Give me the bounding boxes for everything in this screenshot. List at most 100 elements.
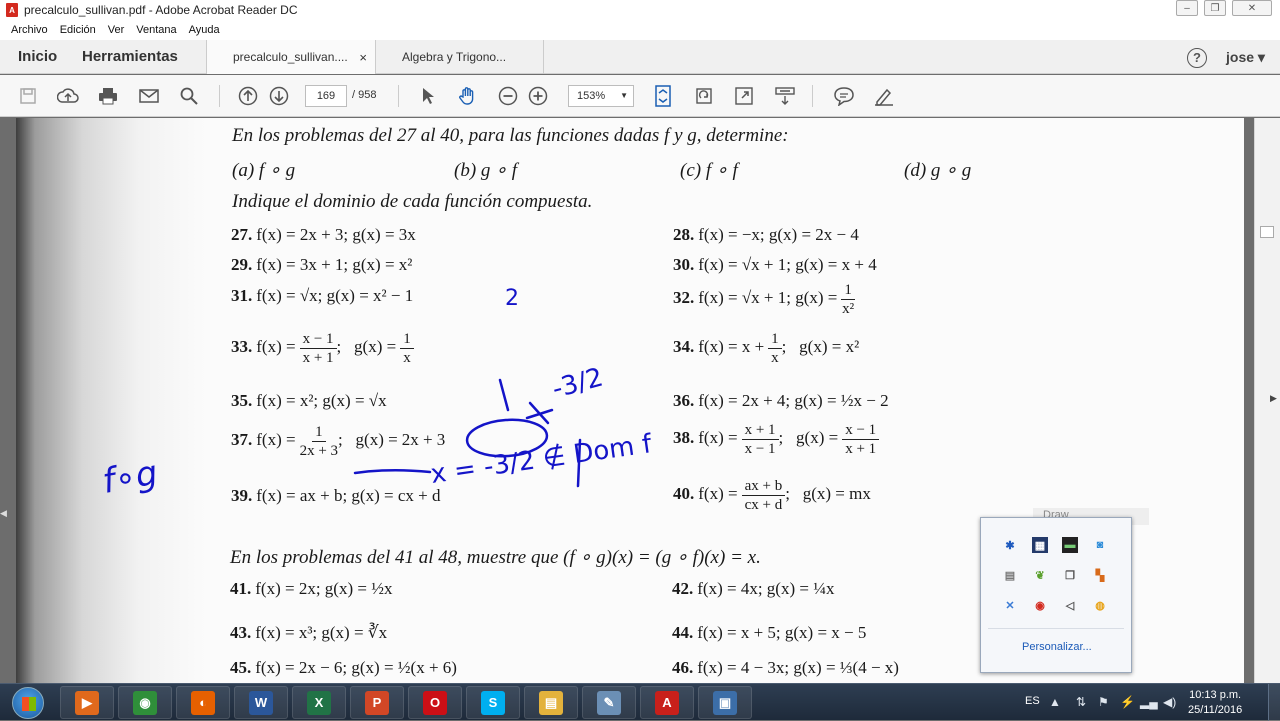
draw-tool-icon[interactable]: ✕ [1002,597,1018,613]
graphics-icon[interactable]: ▬ [1062,537,1078,553]
scroll-mode-icon[interactable] [774,85,796,107]
full-screen-icon[interactable] [733,85,755,107]
part-b: (b) g ∘ f [454,160,518,181]
zoom-in-icon[interactable] [527,85,549,107]
hand-tool-icon[interactable] [457,85,479,107]
problem-29: 29. f(x) = 3x + 1; g(x) = x² [231,255,413,274]
scroll-thumb[interactable] [1260,226,1274,238]
window-title: precalculo_sullivan.pdf - Adobe Acrobat … [24,3,298,17]
taskbar-paint[interactable]: ✎ [582,686,636,719]
power-icon[interactable]: ⚡ [1120,695,1135,709]
problem-40: 40. f(x) = ax + b cx + d; g(x) = mx [673,478,871,513]
taskbar-word[interactable]: W [234,686,288,719]
taskbar-powerpoint[interactable]: P [350,686,404,719]
flag-icon[interactable]: ⚑ [1098,695,1109,709]
problem-42: 42. f(x) = 4x; g(x) = ¼x [672,579,835,598]
part-c: (c) f ∘ f [680,160,738,181]
taskbar-firefox[interactable]: ◐ [176,686,230,719]
tab-precalculo[interactable]: precalculo_sullivan.... × [206,40,376,74]
comment-icon[interactable] [833,85,855,107]
zoom-out-icon[interactable] [497,85,519,107]
select-cursor-icon[interactable] [417,85,439,107]
powerpoint-icon: P [365,690,389,715]
leaf-icon[interactable]: ❦ [1032,567,1048,583]
language-indicator[interactable]: ES [1025,695,1040,707]
volume-icon[interactable]: ◀) [1163,695,1176,709]
bluetooth-icon[interactable]: ✱ [1002,537,1018,553]
prev-arrow-icon: ◀ [0,508,7,518]
restore-button[interactable]: ❐ [1204,0,1226,16]
taskbar-chrome[interactable]: ◉ [118,686,172,719]
save-icon[interactable] [17,85,39,107]
title-bar: A precalculo_sullivan.pdf - Adobe Acroba… [0,0,1280,20]
taskbar-excel[interactable]: X [292,686,346,719]
problem-30: 30. f(x) = √x + 1; g(x) = x + 4 [673,255,877,274]
cloud-sync-icon[interactable]: ◙ [1092,537,1108,553]
toolbar: 169 / 958 153% ▼ [0,75,1280,117]
close-window-button[interactable]: ✕ [1232,0,1272,16]
minimize-button[interactable]: – [1176,0,1198,16]
print-icon[interactable] [97,85,119,107]
problem-41: 41. f(x) = 2x; g(x) = ½x [230,579,393,598]
problem-39: 39. f(x) = ax + b; g(x) = cx + d [231,486,441,505]
problem-38: 38. f(x) = x + 1x − 1; g(x) = x − 1x + 1 [673,421,880,458]
instructions-heading: En los problemas del 27 al 40, para las … [232,125,789,146]
problem-27: 27. f(x) = 2x + 3; g(x) = 3x [231,225,416,244]
problem-32: 32. f(x) = √x + 1; g(x) = 1 x² [673,282,855,317]
menu-edicion[interactable]: Edición [60,24,96,36]
show-desktop-button[interactable] [1268,684,1280,721]
clock-time: 10:13 p.m. [1189,689,1242,701]
help-icon[interactable]: ? [1187,48,1207,68]
previous-page-icon[interactable] [237,85,259,107]
zoom-select[interactable]: 153% ▼ [568,85,634,107]
taskbar-opera[interactable]: O [408,686,462,719]
signal-icon[interactable]: ▂▄ [1140,695,1158,709]
menu-ventana[interactable]: Ventana [136,24,176,36]
menu-archivo[interactable]: Archivo [11,24,48,36]
windows-icon[interactable]: ❐ [1062,567,1078,583]
app-grid-icon[interactable]: ▚ [1092,567,1108,583]
show-hidden-icons[interactable]: ▲ [1049,695,1061,709]
search-icon[interactable] [178,85,200,107]
taskbar-skype[interactable]: S [466,686,520,719]
nav-herramientas[interactable]: Herramientas [82,48,178,65]
taskbar-screen-app[interactable]: ▣ [698,686,752,719]
skype-icon: S [481,690,505,715]
monitor-icon[interactable]: ▦ [1032,537,1048,553]
nav-inicio[interactable]: Inicio [18,48,57,65]
tablet-icon[interactable]: ▤ [1002,567,1018,583]
email-icon[interactable] [138,85,160,107]
taskbar-media-player[interactable]: ▶ [60,686,114,719]
customize-link[interactable]: Personalizar... [1022,641,1092,653]
network-icon[interactable]: ⇅ [1076,695,1086,709]
menu-bar: Archivo Edición Ver Ventana Ayuda [0,20,1280,40]
problem-45: 45. f(x) = 2x − 6; g(x) = ½(x + 6) [230,658,457,677]
close-tab-icon[interactable]: × [359,50,367,65]
problem-28: 28. f(x) = −x; g(x) = 2x − 4 [673,225,859,244]
next-arrow-icon[interactable]: ▶ [1270,393,1277,404]
problem-33: 33. f(x) = x − 1x + 1; g(x) = 1x [231,330,414,367]
page-number-input[interactable]: 169 [305,85,347,107]
problem-35: 35. f(x) = x²; g(x) = √x [231,391,387,410]
menu-ayuda[interactable]: Ayuda [189,24,220,36]
highlight-pen-icon[interactable] [873,85,895,107]
taskbar-acrobat[interactable]: A [640,686,694,719]
update-icon[interactable]: ◍ [1092,597,1108,613]
tab-label: Algebra y Trigono... [402,50,507,64]
firefox-icon: ◐ [191,690,215,715]
rotate-icon[interactable] [693,85,715,107]
security-icon[interactable]: ◉ [1032,597,1048,613]
taskbar-file-explorer[interactable]: ▤ [524,686,578,719]
next-page-icon[interactable] [268,85,290,107]
upload-cloud-icon[interactable] [57,85,79,107]
fit-page-icon[interactable] [652,85,674,107]
user-menu[interactable]: jose ▾ [1226,49,1265,66]
speaker-icon[interactable]: ◁ [1062,597,1078,613]
clock[interactable]: 10:13 p.m. 25/11/2016 [1188,688,1242,718]
start-button[interactable] [12,687,44,719]
clock-date: 25/11/2016 [1188,704,1243,716]
media-player-icon: ▶ [75,690,99,715]
problem-36: 36. f(x) = 2x + 4; g(x) = ½x − 2 [673,391,889,410]
menu-ver[interactable]: Ver [108,24,125,36]
tab-algebra[interactable]: Algebra y Trigono... [376,40,544,74]
